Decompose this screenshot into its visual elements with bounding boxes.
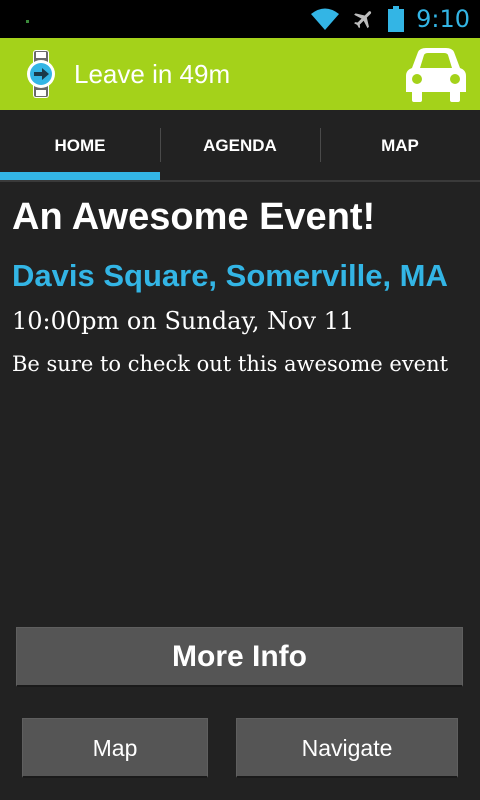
more-info-button[interactable]: More Info [16, 627, 463, 687]
tab-map[interactable]: MAP [320, 110, 480, 182]
airplane-icon [354, 11, 372, 29]
leave-time-text: Leave in 49m [74, 59, 231, 89]
status-icons: 9:10 [310, 0, 470, 38]
battery-icon [388, 6, 405, 32]
event-datetime: 10:00pm on Sunday, Nov 11 [12, 307, 355, 335]
navigate-button[interactable]: Navigate [236, 718, 458, 778]
leave-notification-bar[interactable]: Leave in 49m [0, 38, 480, 110]
event-description: Be sure to check out this awesome event [12, 352, 449, 376]
wifi-icon [311, 8, 340, 30]
notification-dot-icon [26, 20, 29, 23]
status-bar: 9:10 [0, 0, 480, 38]
event-location: Davis Square, Somerville, MA [12, 258, 448, 293]
map-button[interactable]: Map [22, 718, 208, 778]
car-icon [406, 48, 466, 102]
event-title: An Awesome Event! [12, 196, 376, 238]
tab-agenda[interactable]: AGENDA [160, 110, 320, 182]
status-time: 9:10 [416, 5, 470, 33]
selected-tab-indicator [0, 172, 160, 180]
watch-icon [27, 50, 55, 98]
